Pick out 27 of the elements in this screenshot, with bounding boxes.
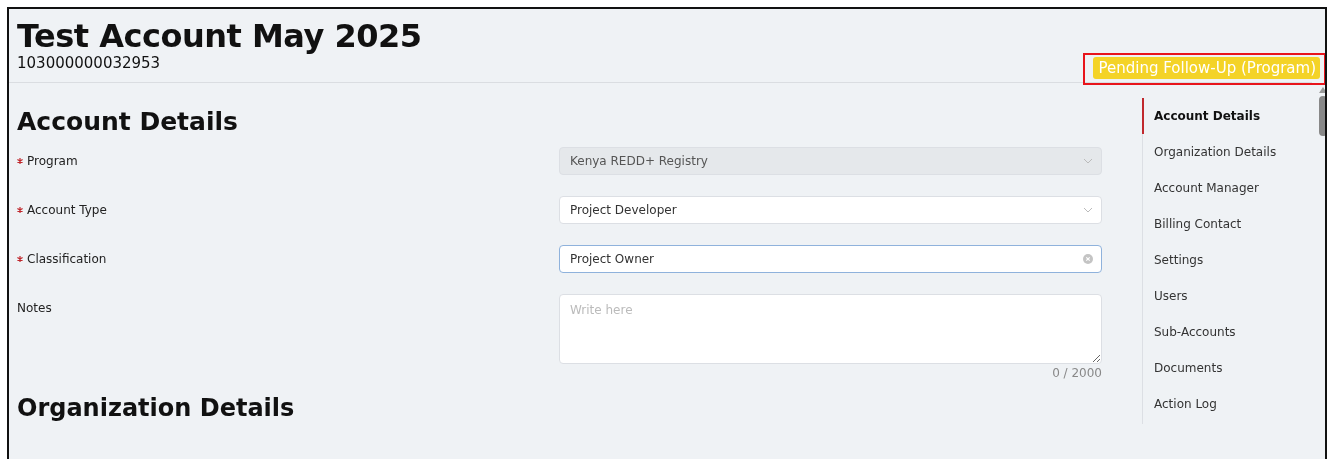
section-heading: Account Details bbox=[17, 107, 239, 137]
account-number: 103000000032953 bbox=[17, 54, 162, 72]
nav-link[interactable]: Users bbox=[1142, 278, 1303, 314]
nav-link[interactable]: Action Log bbox=[1142, 386, 1303, 422]
chevron-icon bbox=[1083, 158, 1093, 164]
select-field[interactable]: Project Developer bbox=[559, 196, 1102, 224]
clear-icon[interactable] bbox=[1083, 254, 1093, 264]
field-label: Account Type bbox=[27, 203, 107, 217]
notes-field[interactable]: Write here bbox=[559, 294, 1102, 364]
page-title: Test Account May 2025 bbox=[17, 18, 422, 54]
nav-link[interactable]: Sub-Accounts bbox=[1142, 314, 1303, 350]
character-counter: 0 / 2000 bbox=[1051, 366, 1102, 380]
nav-link[interactable]: Account Manager bbox=[1142, 170, 1303, 206]
field-label: Notes bbox=[17, 301, 52, 315]
section-heading: Organization Details bbox=[17, 394, 296, 422]
scroll-up-icon[interactable] bbox=[1319, 87, 1325, 93]
nav-link[interactable]: Billing Contact bbox=[1142, 206, 1303, 242]
field-label: Classification bbox=[27, 252, 107, 266]
status-badge: Pending Follow-Up (Program) bbox=[1092, 57, 1320, 79]
chevron-icon bbox=[1083, 207, 1093, 213]
field-label: Program bbox=[27, 154, 78, 168]
nav-link[interactable]: Account Details bbox=[1142, 98, 1303, 134]
nav-link[interactable]: Organization Details bbox=[1142, 134, 1303, 170]
nav-link[interactable]: Documents bbox=[1142, 350, 1303, 386]
input-field[interactable]: Project Owner bbox=[559, 245, 1102, 273]
scrollbar-thumb[interactable] bbox=[1319, 96, 1325, 136]
nav-link[interactable]: Settings bbox=[1142, 242, 1303, 278]
